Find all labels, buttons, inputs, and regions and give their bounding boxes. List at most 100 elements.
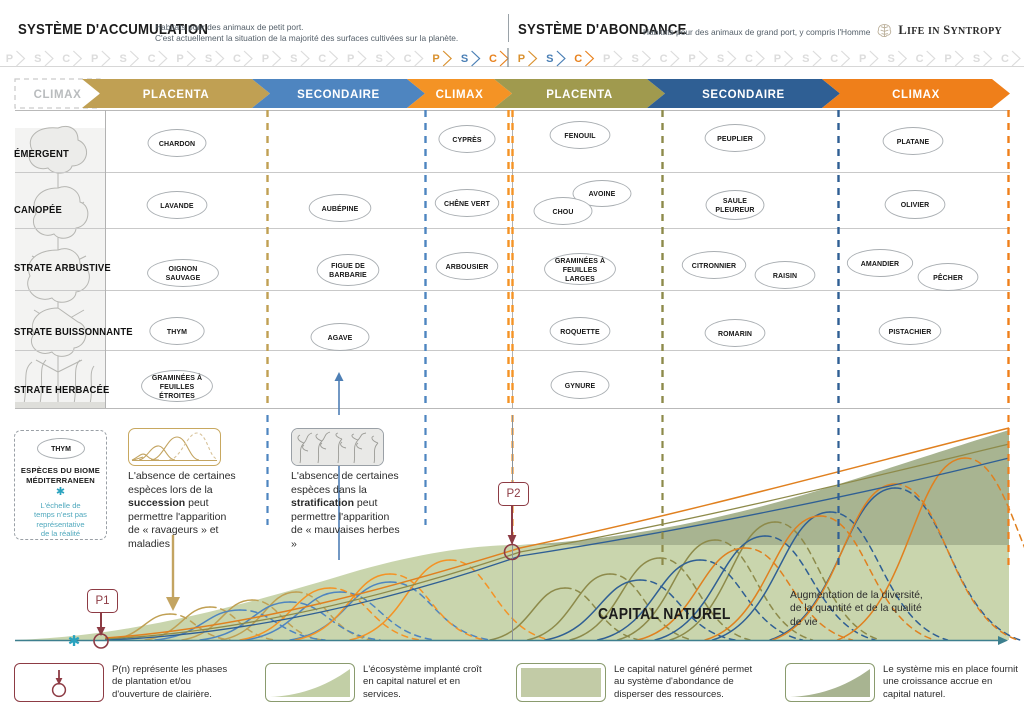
species-bubble[interactable]: CHARDON — [147, 129, 207, 157]
logo-wordmark: LIFE IN SYNTROPY — [898, 23, 1002, 37]
species-bubble[interactable]: PEUPLIER — [704, 124, 766, 152]
phase-band-label: CLIMAX — [892, 89, 940, 101]
svg-text:P: P — [859, 53, 866, 65]
psc-step-c: C — [916, 50, 936, 67]
svg-text:P: P — [774, 53, 781, 65]
species-bubble[interactable]: OLIVIER — [884, 189, 946, 219]
p1-marker: P1 — [87, 589, 118, 613]
psc-step-p: P — [944, 50, 965, 67]
plantation-arrow-circle-icon — [51, 670, 67, 698]
species-bubble[interactable]: PÊCHER — [917, 263, 979, 291]
svg-text:P: P — [603, 53, 610, 65]
species-bubble[interactable]: PLATANE — [882, 127, 944, 155]
phase-band-label: CLIMAX — [436, 89, 484, 101]
phase-band-label: PLACENTA — [143, 89, 210, 101]
species-bubble[interactable]: ROMARIN — [704, 319, 766, 347]
growth-area-icon — [270, 669, 350, 697]
svg-text:P: P — [176, 53, 183, 65]
psc-step-s: S — [290, 50, 310, 67]
biome-sample-species: THYM — [36, 438, 85, 459]
species-bubble[interactable]: CYPRÈS — [438, 125, 496, 153]
species-bubble[interactable]: GYNURE — [550, 371, 610, 399]
species-bubble[interactable]: FIGUE DE BARBARIE — [316, 254, 380, 286]
phase-band-climax-6: CLIMAX — [822, 79, 1010, 108]
p2-arrow-head — [507, 535, 517, 545]
species-bubble[interactable]: OIGNON SAUVAGE — [147, 259, 219, 287]
svg-text:S: S — [205, 53, 212, 65]
footer-legend: P(n) représente les phases de plantation… — [0, 655, 1024, 724]
svg-text:C: C — [148, 53, 156, 65]
psc-step-c: C — [404, 50, 424, 67]
psc-step-s: S — [375, 50, 396, 67]
species-bubble[interactable]: ARBOUSIER — [435, 252, 499, 280]
species-bubble[interactable]: CHÊNE VERT — [434, 189, 500, 217]
svg-text:C: C — [233, 53, 241, 65]
svg-text:S: S — [717, 53, 724, 65]
legend-item-growth: L'écosystème implanté croît en capital n… — [265, 663, 495, 702]
legend-item-plantation: P(n) représente les phases de plantation… — [14, 663, 244, 702]
psc-step-c: C — [489, 50, 509, 67]
species-bubble[interactable]: SAULE PLEUREUR — [705, 190, 765, 220]
growth-curve-icon — [265, 663, 355, 702]
svg-text:P: P — [432, 53, 439, 65]
svg-text:C: C — [660, 53, 668, 65]
species-bubble[interactable]: PISTACHIER — [878, 317, 942, 345]
phase-band-label: CLIMAX — [34, 89, 82, 101]
brain-tree-icon — [878, 24, 892, 38]
capital-naturel-label: CAPITAL NATUREL — [598, 606, 731, 623]
phase-band-placenta-1: PLACENTA — [82, 79, 270, 108]
species-bubble[interactable]: RAISIN — [754, 261, 816, 289]
species-bubble[interactable]: ROQUETTE — [549, 317, 611, 345]
svg-text:S: S — [973, 53, 980, 65]
infographic-root: SYSTÈME D'ACCUMULATION Habitats pour des… — [0, 0, 1024, 724]
psc-step-c: C — [1001, 50, 1021, 67]
svg-text:C: C — [830, 53, 838, 65]
svg-text:C: C — [745, 53, 753, 65]
svg-text:P: P — [688, 53, 695, 65]
legend-text-plantation: P(n) représente les phases de plantation… — [112, 664, 228, 700]
svg-text:S: S — [802, 53, 809, 65]
legend-text-dispersal: Le capital naturel généré permet au syst… — [614, 664, 753, 700]
species-bubble[interactable]: GRAMINÉES À FEUILLES ÉTROITES — [141, 370, 213, 402]
life-in-syntropy-logo: LIFE IN SYNTROPY — [876, 22, 1002, 39]
phase-band-secondaire-5: SECONDAIRE — [647, 79, 840, 108]
phase-band-placenta-4: PLACENTA — [494, 79, 665, 108]
psc-step-s: S — [631, 50, 652, 67]
psc-step-s: S — [34, 50, 54, 67]
succession-text-pre: L'absence de certaines espèces lors de l… — [128, 470, 236, 496]
p2-marker: P2 — [498, 482, 529, 506]
legend-item-increased-growth: Le système mis en place fournit une croi… — [785, 663, 1020, 702]
asterisk-icon: ✱ — [55, 485, 66, 498]
species-bubble[interactable]: LAVANDE — [146, 191, 208, 219]
legend-item-dispersal: Le capital naturel généré permet au syst… — [516, 663, 776, 702]
phase-band-climax-0: CLIMAX — [14, 78, 101, 109]
psc-step-c: C — [660, 50, 680, 67]
psc-step-c: C — [318, 50, 339, 67]
psc-step-p: P — [91, 50, 111, 67]
accumulation-system-subtitle: Habitats pour des animaux de petit port.… — [155, 22, 459, 43]
species-matrix: ÉMERGENT CANOPÉE STRATE ARBUSTIVE STRATE BU… — [0, 110, 1024, 415]
species-bubble[interactable]: AUBÉPINE — [308, 194, 372, 222]
species-bubble[interactable]: THYM — [149, 317, 205, 345]
psc-sequence-strip: PSCPSCPSCPSCPSCPSCPSCPSCPSCPSCPSCPSC — [0, 46, 1024, 68]
svg-text:S: S — [887, 53, 894, 65]
stratification-text-pre: L'absence de certaines espèces dans la — [291, 470, 399, 496]
svg-text:S: S — [461, 53, 468, 65]
species-bubble[interactable]: FENOUIL — [549, 121, 611, 149]
stratification-thumbnail — [291, 428, 384, 466]
succession-text-bold: succession — [128, 497, 186, 510]
strata-label-1: CANOPÉE — [14, 204, 62, 216]
psc-step-s: S — [461, 50, 481, 67]
stratification-text-bold: stratification — [291, 497, 355, 510]
species-bubble[interactable]: CITRONNIER — [681, 251, 747, 279]
psc-step-s: S — [119, 50, 140, 67]
species-bubble[interactable]: AMANDIER — [846, 249, 914, 277]
species-bubble[interactable]: GRAMINÉES À FEUILLES LARGES — [544, 253, 616, 285]
strata-label-2: STRATE ARBUSTIVE — [14, 262, 111, 274]
species-bubble[interactable]: CHOU — [533, 197, 593, 225]
psc-step-c: C — [574, 50, 595, 67]
psc-step-c: C — [745, 50, 765, 67]
psc-step-p: P — [774, 50, 794, 67]
svg-text:S: S — [119, 53, 126, 65]
species-bubble[interactable]: AGAVE — [310, 323, 370, 351]
